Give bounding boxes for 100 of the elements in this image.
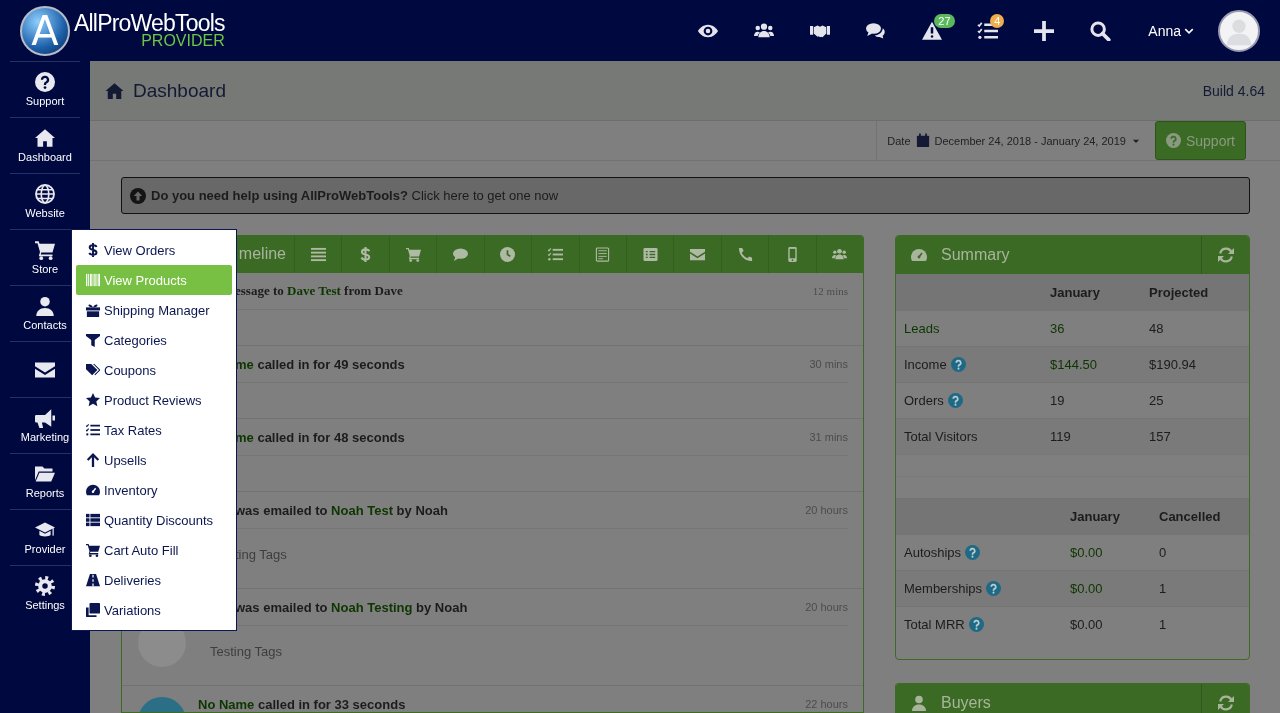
timeline-entry-title: No Name called in for 33 seconds [198, 696, 406, 712]
barcode-icon [86, 273, 100, 287]
clock-icon [500, 246, 516, 262]
folder-icon [35, 464, 55, 484]
cart-icon [405, 246, 421, 262]
help-icon[interactable] [950, 357, 966, 372]
checklist-icon [547, 246, 563, 262]
table-cell: 1 [1159, 581, 1167, 596]
sidebar-label: Settings [25, 599, 65, 611]
table-cell: $144.50 [1050, 357, 1097, 372]
sidebar-label: Marketing [20, 431, 70, 443]
build-version: Build 4.64 [1202, 82, 1265, 99]
checklist-icon [86, 423, 100, 437]
gauge-icon [86, 483, 100, 497]
help-icon[interactable] [947, 393, 963, 408]
table-cell: Leads [904, 321, 940, 336]
list-icon [642, 246, 658, 262]
date-range-picker[interactable]: Date December 24, 2018 - January 24, 2019 [876, 121, 1149, 160]
tags-icon [86, 363, 100, 377]
logo-mark: A [20, 5, 70, 56]
sidebar-label: Dashboard [18, 151, 72, 163]
table-cell: 157 [1149, 429, 1171, 444]
column-header: Projected [1149, 285, 1210, 300]
sidebar-label: Store [31, 263, 59, 275]
help-banner-text: Do you need help using AllProWebTools? Click here to get one now [151, 188, 559, 203]
home-icon [105, 81, 124, 100]
star-icon [86, 393, 100, 407]
cart-icon [86, 543, 100, 557]
arrow-circle-up-icon [130, 187, 146, 204]
table-cell: Orders [904, 393, 944, 408]
count-badge: 4 [990, 13, 1005, 28]
table-cell: Total Visitors [904, 429, 978, 444]
sidebar-label: Contacts [23, 319, 67, 331]
table-cell: 19 [1050, 393, 1065, 408]
arrow-up-icon [86, 453, 100, 467]
table-cell: $0.00 [1070, 617, 1103, 632]
cart-icon [35, 240, 55, 260]
sidebar-item[interactable]: Website [10, 173, 80, 229]
date-range: December 24, 2018 - January 24, 2019 [934, 134, 1126, 147]
sidebar-label: Website [25, 207, 65, 219]
person-icon [35, 296, 55, 316]
brand-name: AllProWebTools [74, 12, 225, 35]
page-title: Dashboard [133, 79, 226, 102]
megaphone-icon [35, 408, 55, 428]
plus-icon [1033, 20, 1056, 41]
person-icon [910, 695, 928, 711]
dollar-icon [86, 243, 100, 257]
chat-bubbles-icon [865, 20, 888, 41]
panel-title: Summary [941, 246, 1011, 264]
panel-title: Buyers [941, 694, 992, 712]
table-cell: 25 [1149, 393, 1164, 408]
table-cell: Total MRR [904, 617, 965, 632]
table-cell: $190.94 [1149, 357, 1196, 372]
table-cell: $0.00 [1070, 545, 1103, 560]
sidebar-label: Provider [24, 543, 66, 555]
envelope-icon [690, 246, 706, 262]
table-cell: 48 [1149, 321, 1164, 336]
table-cell: 119 [1050, 429, 1071, 444]
road-icon [86, 573, 100, 587]
gift-icon [86, 303, 100, 317]
help-icon[interactable] [965, 545, 981, 560]
help-icon[interactable] [968, 617, 984, 632]
help-icon [1165, 133, 1181, 148]
table-cell: 36 [1050, 321, 1065, 336]
list-icon [310, 246, 326, 262]
list-grid-icon [86, 513, 100, 527]
sidebar-item[interactable]: Dashboard [10, 117, 80, 173]
refresh-icon [1217, 695, 1234, 711]
sidebar-label: Reports [25, 487, 65, 499]
count-badge: 27 [934, 13, 955, 28]
timeline-entry-title: essage to Dave Test from Dave [235, 283, 403, 299]
gauge-icon [910, 247, 928, 263]
filter-icon [86, 333, 100, 347]
column-header: January [1070, 509, 1121, 524]
home-icon [35, 128, 55, 148]
help-icon [35, 72, 55, 92]
date-label: Date [887, 134, 911, 147]
avatar[interactable] [1218, 9, 1260, 52]
table-cell: Memberships [904, 581, 983, 596]
table-cell: 0 [1159, 545, 1167, 560]
menu-item[interactable]: Coupons [76, 355, 232, 385]
help-icon[interactable] [986, 581, 1002, 596]
user-menu[interactable]: Anna [1142, 21, 1200, 40]
document-icon [595, 246, 611, 262]
brand-subtitle: PROVIDER [141, 33, 225, 49]
table-cell: $0.00 [1070, 581, 1103, 596]
column-header: Cancelled [1159, 509, 1222, 524]
column-header: January [1050, 285, 1101, 300]
sidebar-label: Support [25, 95, 65, 107]
calendar-icon [915, 133, 930, 148]
table-cell: Autoships [904, 545, 962, 560]
settings-icon [35, 576, 55, 596]
table-cell: 1 [1159, 617, 1167, 632]
speech-bubble-icon [452, 246, 468, 262]
table-cell: Income [904, 357, 947, 372]
search-icon [1089, 20, 1112, 41]
sidebar-item[interactable]: Support [10, 61, 80, 117]
copy-icon [86, 603, 100, 617]
globe-icon [35, 184, 55, 204]
phone-icon [737, 246, 753, 262]
